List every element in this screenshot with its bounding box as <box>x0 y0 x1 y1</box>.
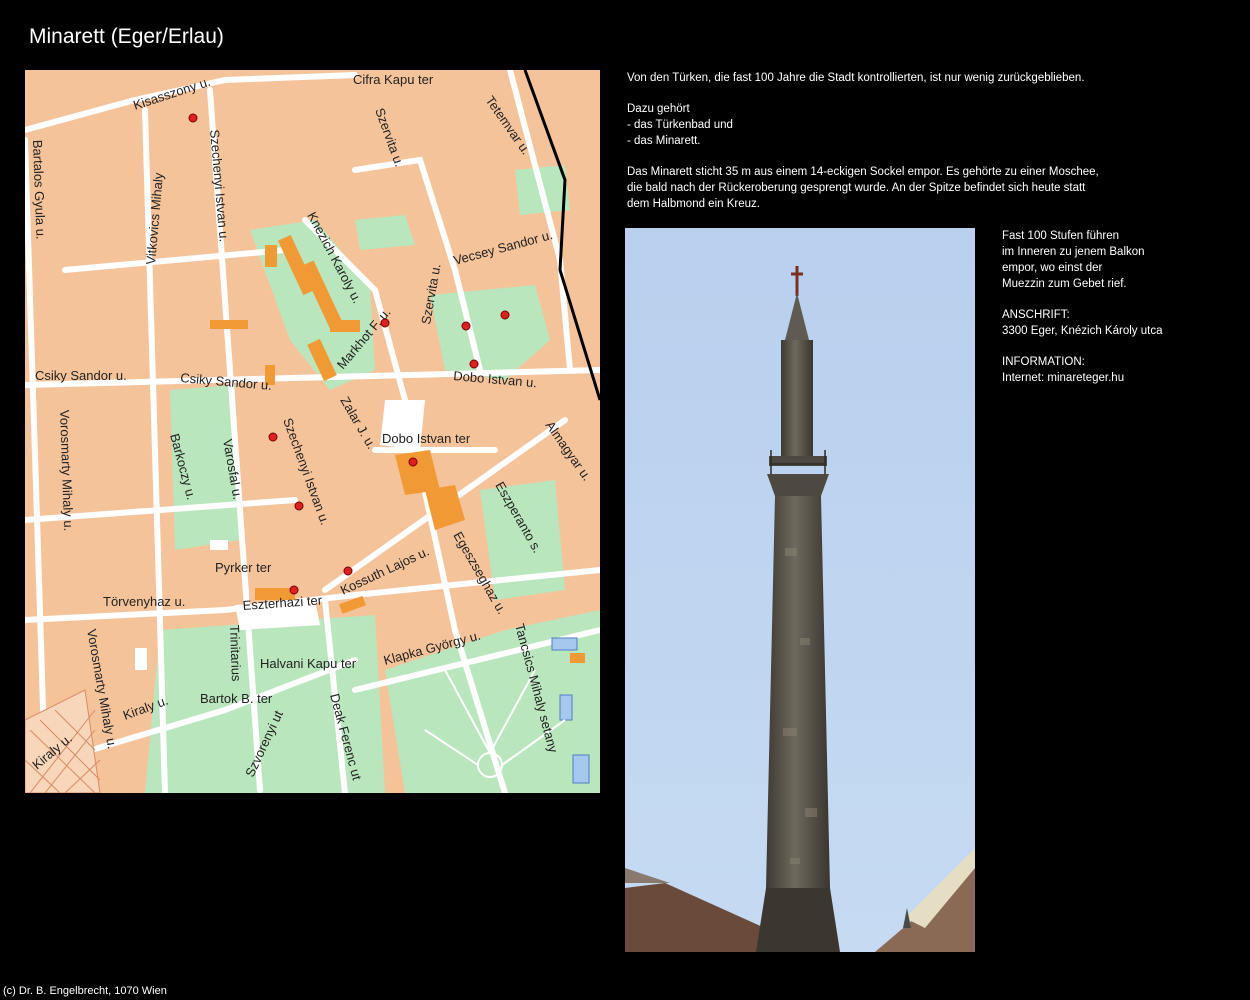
information-label: INFORMATION: <box>1002 356 1085 368</box>
address-block: ANSCHRIFT: 3300 Eger, Knézich Károly utc… <box>1002 307 1242 339</box>
minarett-description: Das Minarett sticht 35 m aus einem 14-ec… <box>627 166 1099 210</box>
side-description: Fast 100 Stufen führen im Inneren zu jen… <box>1002 230 1145 290</box>
side-info: Fast 100 Stufen führen im Inneren zu jen… <box>1002 228 1242 401</box>
street-label: Dobo Istvan ter <box>382 431 471 446</box>
city-map: Cifra Kapu ter Kisasszony u. Tetemvar u.… <box>25 70 600 793</box>
address-label: ANSCHRIFT: <box>1002 309 1070 321</box>
street-label: Halvani Kapu ter <box>260 656 357 671</box>
intro-text: Von den Türken, die fast 100 Jahre die S… <box>627 70 1187 227</box>
street-label: Bartok B. ter <box>200 691 273 706</box>
intro-list: Dazu gehört - das Türkenbad und - das Mi… <box>627 103 733 147</box>
street-label: Pyrker ter <box>215 560 272 575</box>
street-label: Csiky Sandor u. <box>35 368 127 383</box>
street-label: Cifra Kapu ter <box>353 72 434 87</box>
information-block: INFORMATION: Internet: minareteger.hu <box>1002 354 1242 386</box>
page-title: Minarett (Eger/Erlau) <box>29 25 224 48</box>
street-label: Törvenyhaz u. <box>103 594 185 609</box>
street-label: Trinitarius <box>227 625 244 683</box>
copyright-footer: (c) Dr. B. Engelbrecht, 1070 Wien <box>3 985 167 997</box>
website-link[interactable]: Internet: minareteger.hu <box>1002 370 1242 386</box>
intro-paragraph: Von den Türken, die fast 100 Jahre die S… <box>627 72 1085 84</box>
minaret-photo <box>625 228 975 952</box>
address-value: 3300 Eger, Knézich Károly utca <box>1002 325 1163 337</box>
